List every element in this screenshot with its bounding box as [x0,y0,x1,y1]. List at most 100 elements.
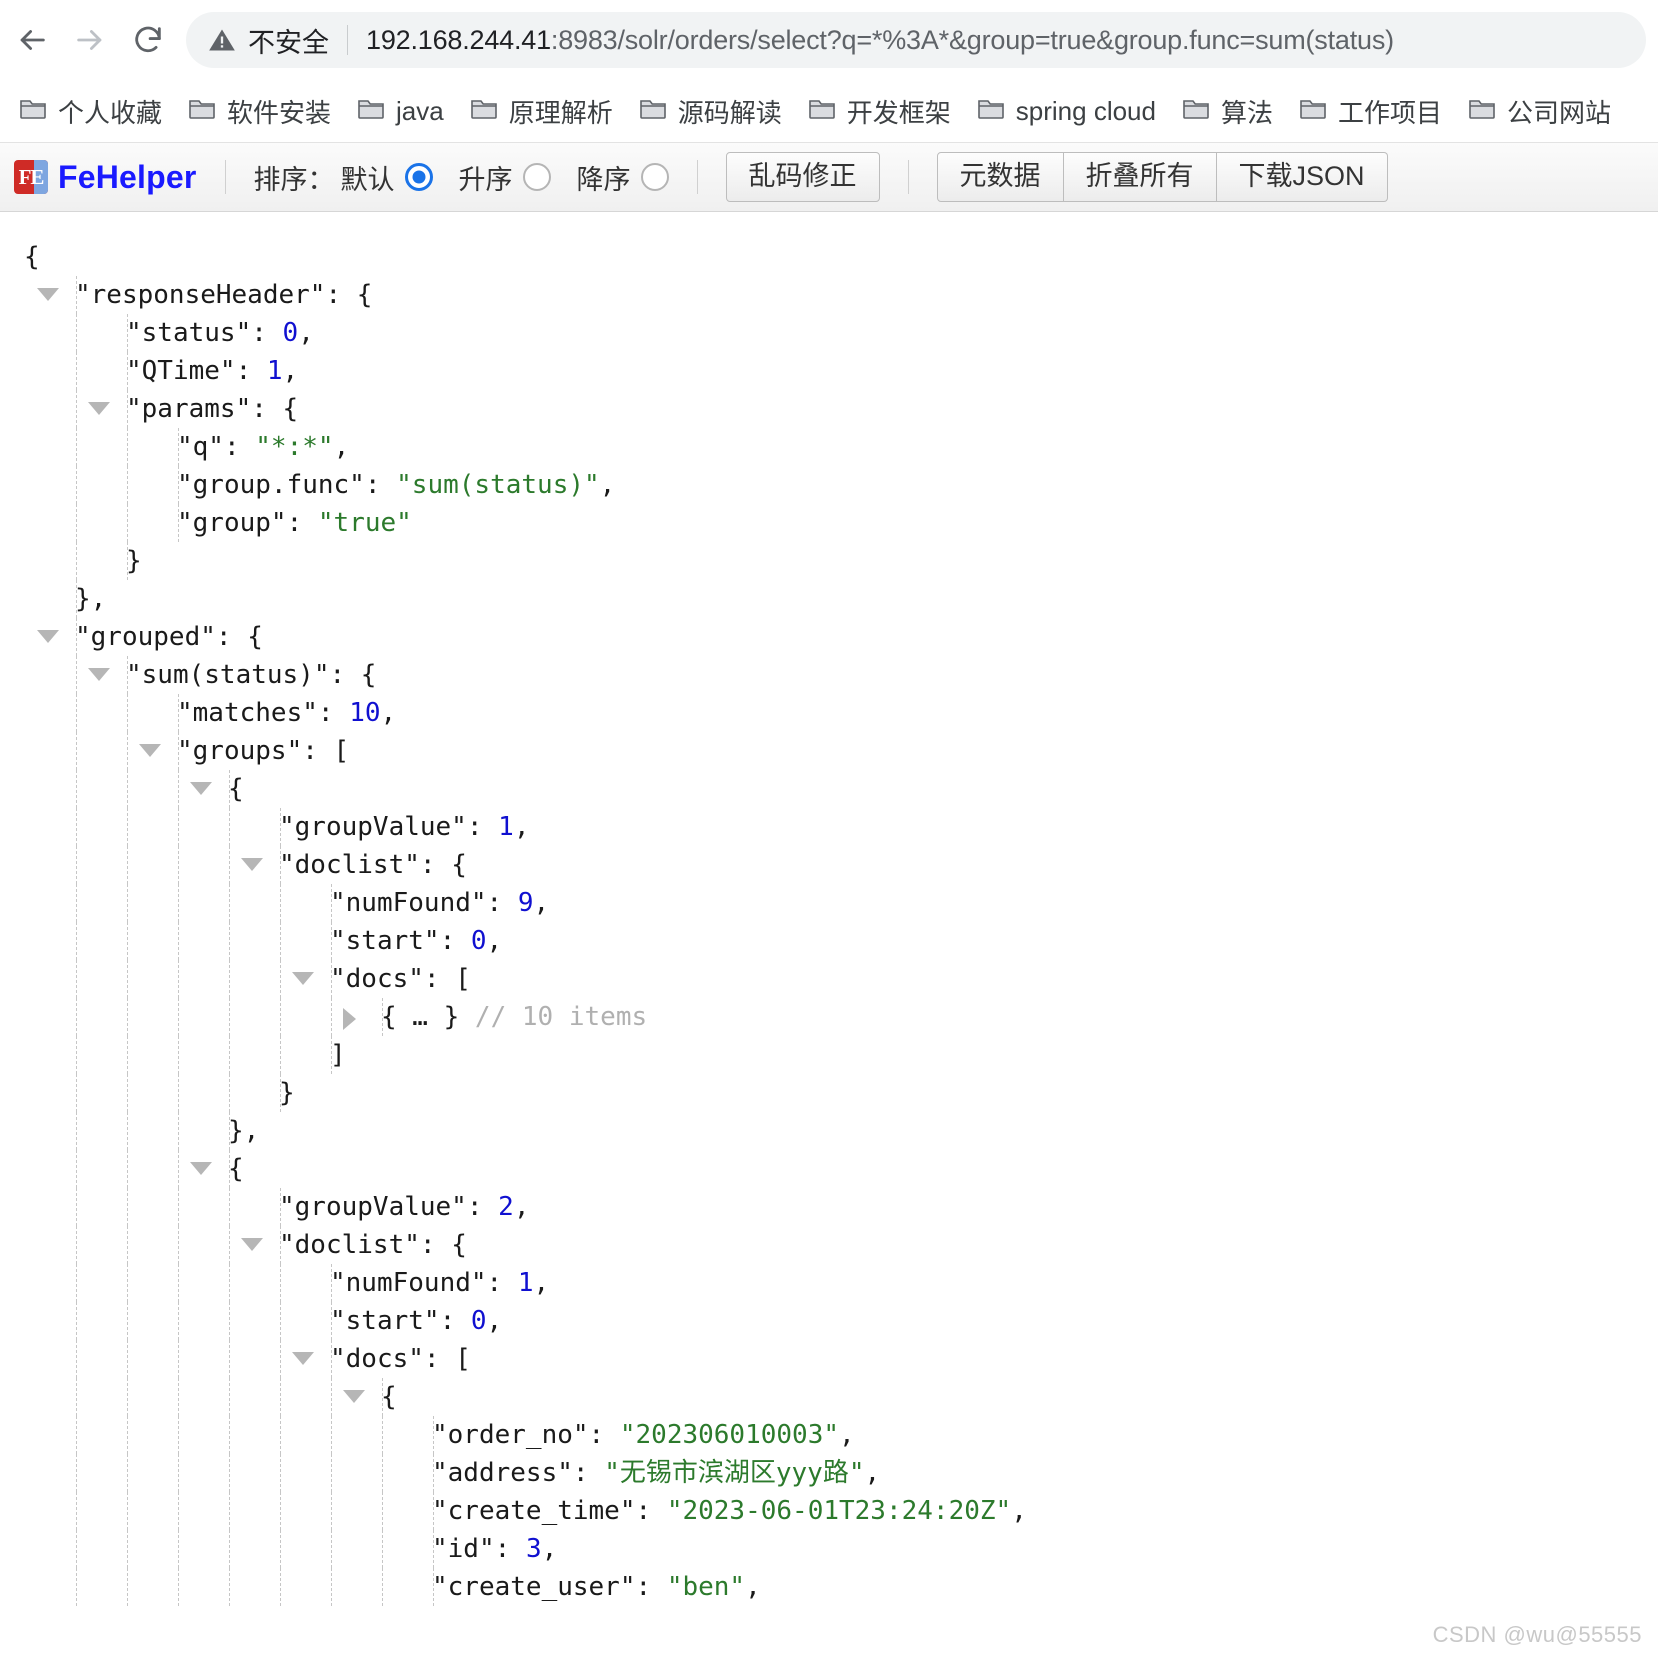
json-line[interactable]: "q": "*:*", [10,428,1658,466]
json-line[interactable]: { [10,1378,1658,1416]
bookmark-item[interactable]: spring cloud [964,90,1169,133]
indent-guide-line [127,922,128,960]
json-line[interactable]: "groupValue": 2, [10,1188,1658,1226]
json-line[interactable]: "start": 0, [10,1302,1658,1340]
indent-guide-line [178,1378,179,1416]
collapse-triangle-icon[interactable] [37,630,59,643]
security-status-label[interactable]: 不安全 [248,21,329,60]
json-line[interactable]: "address": "无锡市滨湖区yyy路", [10,1454,1658,1492]
bookmark-item[interactable]: 原理解析 [457,87,626,136]
json-line[interactable]: }, [10,580,1658,618]
indent-guide-line [127,1416,128,1454]
forward-button[interactable] [62,12,118,68]
expand-triangle-icon[interactable] [343,1008,356,1030]
bookmark-item[interactable]: java [344,90,457,133]
json-line[interactable]: { [10,770,1658,808]
json-token-p: : [251,318,283,348]
fix-encoding-button[interactable]: 乱码修正 [725,152,880,202]
json-line[interactable]: "start": 0, [10,922,1658,960]
json-line[interactable]: "docs": [ [10,1340,1658,1378]
indent-guide-line [76,1264,77,1302]
bookmark-item[interactable]: 软件安装 [175,87,344,136]
json-viewer[interactable]: {"responseHeader": {"status": 0, "QTime":… [0,212,1658,1658]
collapse-triangle-icon[interactable] [241,1238,263,1251]
json-line[interactable]: "create_time": "2023-06-01T23:24:20Z", [10,1492,1658,1530]
reload-button[interactable] [120,12,176,68]
collapse-triangle-icon[interactable] [292,972,314,985]
collapse-triangle-icon[interactable] [241,858,263,871]
json-line[interactable]: "groupValue": 1, [10,808,1658,846]
json-token-k: "doclist" [279,1230,420,1260]
json-line[interactable]: "numFound": 1, [10,1264,1658,1302]
json-token-k: "numFound" [330,1268,487,1298]
collapse-triangle-icon[interactable] [343,1390,365,1403]
collapse-triangle-icon[interactable] [88,402,110,415]
collapse-triangle-icon[interactable] [139,744,161,757]
json-line[interactable]: "group.func": "sum(status)", [10,466,1658,504]
json-line[interactable]: "numFound": 9, [10,884,1658,922]
json-line[interactable]: "group": "true" [10,504,1658,542]
json-line[interactable]: "id": 3, [10,1530,1658,1568]
json-line[interactable]: "QTime": 1, [10,352,1658,390]
collapse-triangle-icon[interactable] [37,288,59,301]
back-button[interactable] [4,12,60,68]
sort-option-default[interactable]: 默认 [341,158,433,197]
json-line[interactable]: "grouped": { [10,618,1658,656]
fehelper-brand[interactable]: FE FeHelper [14,159,197,196]
bookmark-item[interactable]: 开发框架 [795,87,964,136]
radio-asc-icon[interactable] [522,163,551,191]
address-bar-url[interactable]: 192.168.244.41:8983/solr/orders/select?q… [366,25,1394,56]
fehelper-logo-text: FE [18,164,45,189]
json-line[interactable]: "order_no": "202306010003", [10,1416,1658,1454]
json-line[interactable]: "params": { [10,390,1658,428]
collapse-triangle-icon[interactable] [292,1352,314,1365]
json-line[interactable]: "doclist": { [10,846,1658,884]
sort-option-asc[interactable]: 升序 [459,158,551,197]
json-token-k: "create_user" [432,1572,636,1602]
json-line[interactable]: { … } // 10 items [10,998,1658,1036]
indent-guide-line [331,1492,332,1530]
address-bar[interactable]: 不安全 192.168.244.41:8983/solr/orders/sele… [186,12,1646,68]
json-line[interactable]: "status": 0, [10,314,1658,352]
json-line[interactable]: "matches": 10, [10,694,1658,732]
indent-guide-line [76,1036,77,1074]
json-line[interactable]: { [10,1150,1658,1188]
collapse-triangle-icon[interactable] [190,782,212,795]
json-token-p: }, [75,584,107,614]
collapse-triangle-icon[interactable] [88,668,110,681]
json-line[interactable]: } [10,1074,1658,1112]
indent-guides [10,1530,1658,1568]
indent-guide-line [76,922,77,960]
json-token-p: : { [419,850,467,880]
folder-icon [188,97,216,126]
json-line[interactable]: "create_user": "ben", [10,1568,1658,1606]
json-line[interactable]: "docs": [ [10,960,1658,998]
bookmark-item[interactable]: 公司网站 [1455,87,1624,136]
radio-default-icon[interactable] [404,163,433,191]
bookmark-item[interactable]: 个人收藏 [6,87,175,136]
indent-guide-line [127,998,128,1036]
indent-guide-line [178,1492,179,1530]
indent-guide-line [178,1150,179,1188]
json-line[interactable]: "groups": [ [10,732,1658,770]
json-line[interactable]: ] [10,1036,1658,1074]
bookmark-item[interactable]: 算法 [1169,87,1286,136]
radio-desc-icon[interactable] [640,163,669,191]
json-line[interactable]: { [10,238,1658,276]
json-line[interactable]: "sum(status)": { [10,656,1658,694]
download-json-button[interactable]: 下载JSON [1216,152,1388,202]
json-line[interactable]: "doclist": { [10,1226,1658,1264]
indent-guides [10,1340,1658,1378]
json-line[interactable]: "responseHeader": { [10,276,1658,314]
json-line[interactable]: } [10,542,1658,580]
warning-triangle-icon[interactable] [208,26,236,54]
bookmark-item[interactable]: 工作项目 [1286,87,1455,136]
json-line[interactable]: }, [10,1112,1658,1150]
indent-guide-line [280,884,281,922]
bookmark-item[interactable]: 源码解读 [626,87,795,136]
collapse-all-button[interactable]: 折叠所有 [1063,152,1217,202]
json-token-k: "status" [126,318,252,348]
collapse-triangle-icon[interactable] [190,1162,212,1175]
metadata-button[interactable]: 元数据 [936,152,1064,202]
sort-option-desc[interactable]: 降序 [577,158,669,197]
